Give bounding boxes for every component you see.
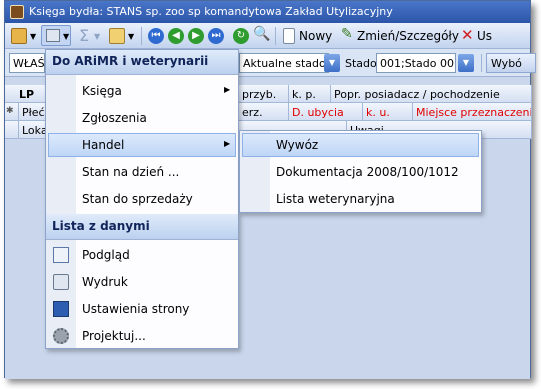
stado-label: Stado — [345, 57, 377, 70]
printer-icon — [53, 274, 69, 290]
menu-item-ksiega[interactable]: Księga ▶ — [48, 79, 236, 103]
menu-item-label: Projektuj... — [82, 329, 146, 343]
toolbar: ▼ ▼ Σ ▼ ▼ ⏮ ◀ ▶ ⏭ ↻ 🔍 Nowy ✎ Zmień/Szcze… — [5, 23, 530, 49]
new-row-marker: ✱ — [5, 103, 19, 121]
menu-item-projektuj[interactable]: Projektuj... — [48, 324, 236, 348]
column-header-prev-owner[interactable]: Popr. posiadacz / pochodzenie — [331, 85, 532, 103]
select-button[interactable]: Wybó — [486, 53, 536, 73]
submenu-item-label: Lista weterynaryjna — [276, 192, 395, 206]
book-icon — [53, 301, 69, 317]
submenu-item-wywoz[interactable]: Wywóz — [242, 133, 479, 157]
submenu-item-label: Dokumentacja 2008/100/1012 — [276, 165, 459, 179]
export-icon[interactable] — [109, 28, 125, 44]
column-header-kp[interactable]: k. p. — [289, 85, 331, 103]
window-title: Księga bydła: STANS sp. zoo sp komandyto… — [29, 5, 393, 18]
menu-item-zgloszenia[interactable]: Zgłoszenia — [48, 106, 236, 130]
menu-item-label: Ustawienia strony — [82, 302, 190, 316]
column-header-miejsce[interactable]: Miejsce przeznaczenia — [413, 103, 532, 121]
column-header-ubycia[interactable]: D. ubycia — [289, 103, 363, 121]
stado-select-dropdown-button[interactable]: ▼ — [324, 54, 340, 72]
column-header-lp[interactable]: LP — [5, 85, 47, 103]
toolbar-separator — [275, 27, 276, 45]
submenu-item-dokumentacja[interactable]: Dokumentacja 2008/100/1012 — [242, 160, 479, 184]
menu-item-label: Zgłoszenia — [82, 111, 147, 125]
chevron-down-icon[interactable]: ▼ — [94, 32, 100, 41]
edit-details-button[interactable]: Zmień/Szczegóły — [357, 29, 459, 43]
menu-item-ustawienia-strony[interactable]: Ustawienia strony — [48, 297, 236, 321]
menu-item-podglad[interactable]: Podgląd — [48, 243, 236, 267]
delete-button[interactable]: Us — [477, 29, 492, 43]
submenu-item-label: Wywóz — [276, 138, 319, 152]
column-header-ku[interactable]: k. u. — [363, 103, 413, 121]
column-header-przyb[interactable]: przyb. — [239, 85, 289, 103]
delete-icon: ✕ — [461, 26, 474, 44]
chevron-right-icon: ▶ — [224, 85, 231, 94]
next-record-icon[interactable]: ▶ — [188, 28, 204, 44]
app-icon — [10, 5, 24, 19]
menu-item-label: Wydruk — [82, 275, 128, 289]
previous-record-icon[interactable]: ◀ — [168, 28, 184, 44]
chevron-down-icon[interactable]: ▼ — [30, 32, 36, 41]
search-icon[interactable]: 🔍 — [253, 26, 270, 42]
preview-icon — [53, 247, 69, 263]
print-menu-button[interactable]: ▼ — [41, 25, 71, 46]
menu-item-stan-na-dzien[interactable]: Stan na dzień ... — [48, 160, 236, 184]
stado-select[interactable]: Aktualne stado — [239, 53, 329, 73]
print-dropdown-menu: Do ARiMR i weterynarii Księga ▶ Zgłoszen… — [45, 49, 239, 349]
column-header-przz[interactable]: erz. — [239, 103, 289, 121]
sum-icon[interactable]: Σ — [79, 26, 89, 45]
printer-icon — [46, 29, 60, 42]
chevron-right-icon: ▶ — [224, 139, 231, 148]
new-document-icon — [283, 28, 295, 44]
menu-item-wydruk[interactable]: Wydruk — [48, 270, 236, 294]
submenu-item-lista-weterynaryjna[interactable]: Lista weterynaryjna — [242, 187, 479, 211]
view-menu-icon[interactable] — [11, 28, 27, 44]
gear-icon — [53, 328, 69, 344]
menu-item-label: Stan na dzień ... — [82, 165, 180, 179]
stado-value-field[interactable]: 001;Stado 001 — [376, 53, 456, 73]
row-indicator — [5, 121, 19, 139]
menu-item-label: Handel — [82, 138, 125, 152]
menu-item-label: Księga — [82, 84, 122, 98]
menu-item-label: Podgląd — [82, 248, 130, 262]
menu-item-label: Stan do sprzedaży — [82, 192, 193, 206]
menu-item-stan-do-sprzedazy[interactable]: Stan do sprzedaży — [48, 187, 236, 211]
last-record-icon[interactable]: ⏭ — [208, 28, 224, 44]
toolbar-separator — [141, 27, 142, 45]
filter-separator — [481, 54, 482, 72]
owner-filter-field[interactable]: WŁAŚC — [9, 53, 45, 73]
menu-section-arimr: Do ARiMR i weterynarii — [46, 50, 238, 75]
title-bar: Księga bydła: STANS sp. zoo sp komandyto… — [5, 1, 530, 23]
menu-item-handel[interactable]: Handel ▶ — [48, 133, 236, 157]
first-record-icon[interactable]: ⏮ — [148, 28, 164, 44]
menu-section-lista: Lista z danymi — [46, 214, 238, 240]
new-button[interactable]: Nowy — [299, 29, 332, 43]
handel-submenu: Wywóz Dokumentacja 2008/100/1012 Lista w… — [239, 130, 482, 213]
pencil-icon: ✎ — [341, 26, 353, 42]
stado-value-dropdown-button[interactable]: ▼ — [458, 54, 474, 72]
chevron-down-icon[interactable]: ▼ — [128, 32, 134, 41]
refresh-icon[interactable]: ↻ — [233, 28, 249, 44]
chevron-down-icon: ▼ — [63, 32, 70, 41]
